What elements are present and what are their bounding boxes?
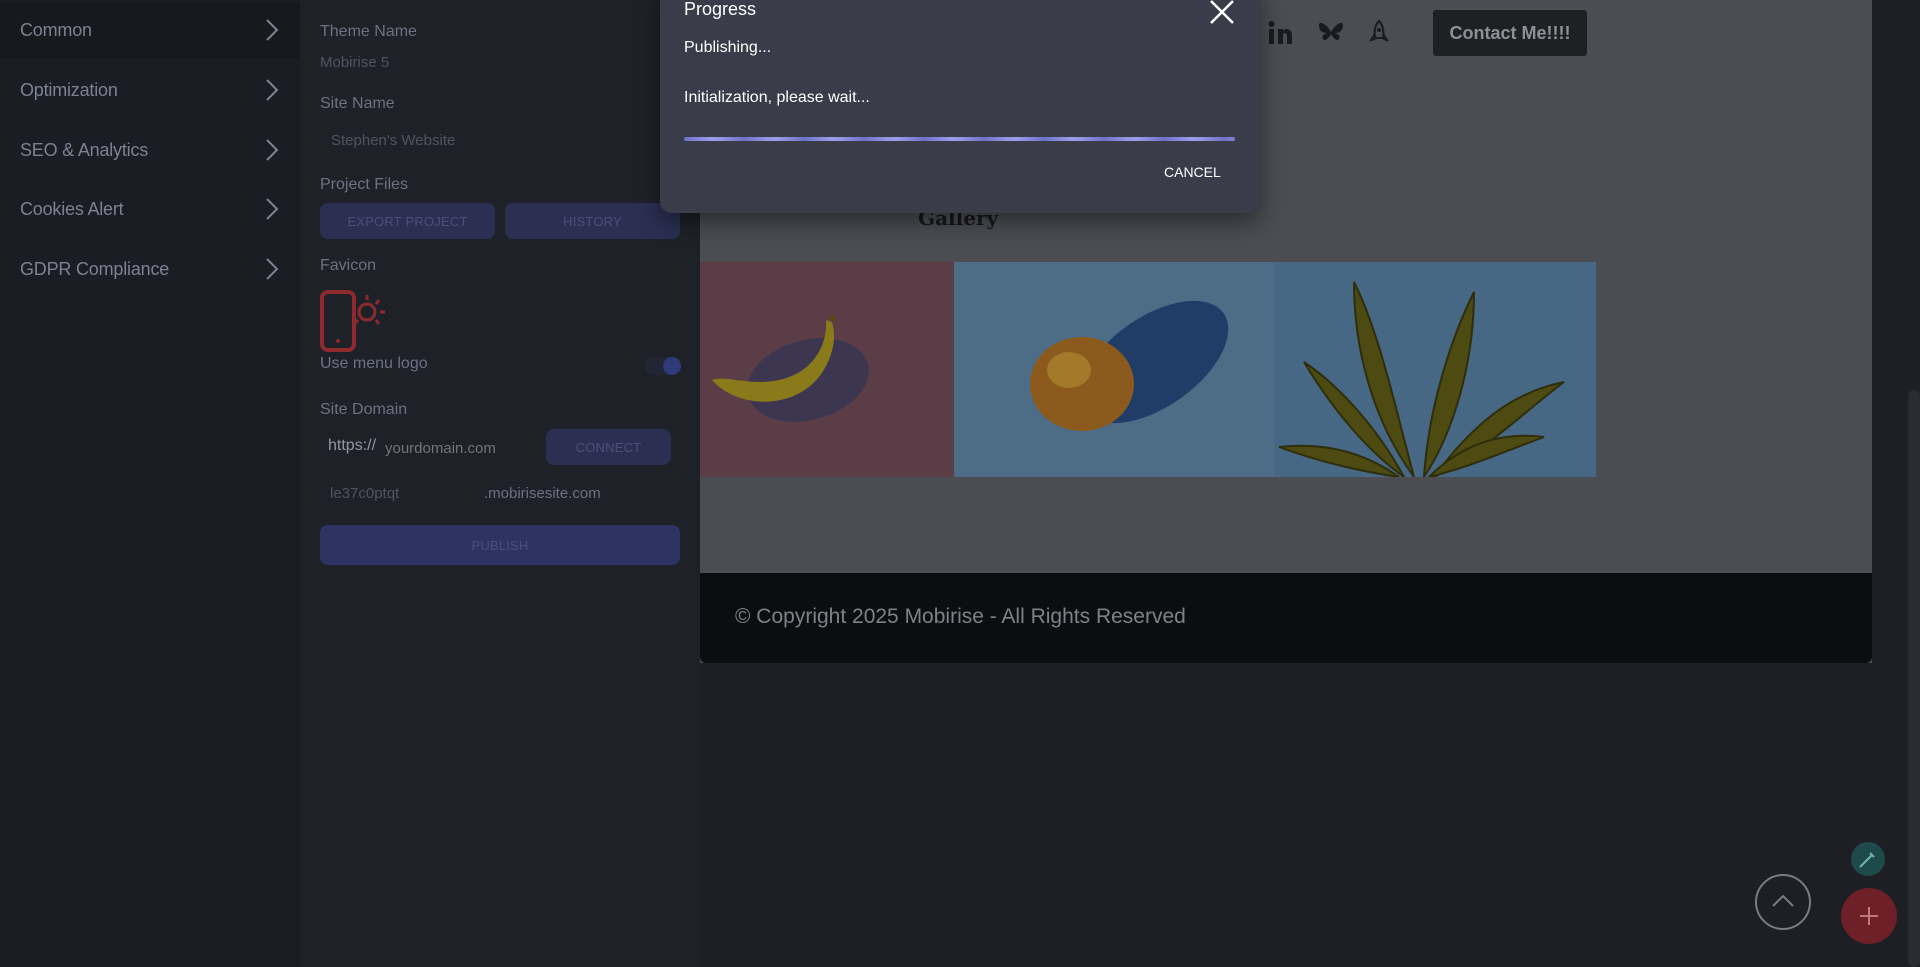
edit-style-button[interactable] [1851,842,1885,876]
gallery-image-banana[interactable] [700,262,954,477]
domain-input[interactable] [383,429,537,467]
dialog-status: Publishing... [684,39,772,56]
rocket-icon[interactable] [1364,18,1394,48]
subdomain-suffix: .mobirisesite.com [484,485,601,502]
add-block-button[interactable] [1841,888,1897,944]
contact-me-button[interactable]: Contact Me!!!! [1433,10,1587,56]
site-domain-label: Site Domain [320,401,408,418]
close-icon[interactable] [1208,0,1236,26]
progress-bar-fill [684,137,1235,141]
cancel-button[interactable]: CANCEL [1164,164,1221,180]
copyright-text: © Copyright 2025 Mobirise - All Rights R… [735,605,1186,628]
chevron-right-icon [266,19,279,41]
toggle-knob [663,357,681,375]
gallery-image-plant[interactable] [1274,262,1596,477]
theme-name-value: Mobirise 5 [320,54,390,71]
site-footer: © Copyright 2025 Mobirise - All Rights R… [700,573,1872,663]
gallery-image-mango[interactable] [954,262,1274,477]
site-name-input[interactable]: Stephen's Website [320,120,680,160]
subdomain-input[interactable]: le37c0ptqt [330,485,399,502]
scroll-top-button[interactable] [1755,874,1811,930]
plus-icon [1860,907,1878,925]
site-settings-panel: Theme Name Mobirise 5 Site Name Stephen'… [300,0,700,967]
menu-item-label: Cookies Alert [20,198,124,219]
menu-item-optimization[interactable]: Optimization [0,62,300,118]
favicon-image[interactable] [319,285,389,353]
menu-item-gdpr-compliance[interactable]: GDPR Compliance [0,241,300,297]
progress-dialog: Progress Publishing... Initialization, p… [660,0,1260,213]
theme-name-label: Theme Name [320,23,417,40]
menu-item-cookies-alert[interactable]: Cookies Alert [0,181,300,237]
menu-item-common[interactable]: Common [0,2,300,58]
favicon-label: Favicon [320,257,377,274]
project-files-label: Project Files [320,176,409,193]
publish-button[interactable]: PUBLISH [320,525,680,565]
site-name-label: Site Name [320,95,395,112]
bluesky-icon[interactable] [1316,18,1346,48]
preview-scrollbar[interactable] [1908,390,1920,967]
connect-button[interactable]: CONNECT [546,429,671,465]
chevron-right-icon [266,139,279,161]
menu-item-seo-analytics[interactable]: SEO & Analytics [0,122,300,178]
progress-bar [684,137,1235,141]
export-project-button[interactable]: EXPORT PROJECT [320,203,495,239]
history-button[interactable]: HISTORY [505,203,680,239]
menu-item-label: Common [20,19,92,40]
menu-item-label: Optimization [20,79,118,100]
chevron-right-icon [266,79,279,101]
chevron-right-icon [266,258,279,280]
dialog-title: Progress [684,0,757,19]
chevron-up-icon [1772,894,1794,907]
domain-prefix: https:// [328,437,377,454]
chevron-right-icon [266,198,279,220]
brush-icon [1859,852,1875,868]
dialog-message: Initialization, please wait... [684,89,870,106]
menu-logo-toggle[interactable] [645,357,681,375]
linkedin-icon[interactable] [1266,18,1296,48]
settings-menu: Common Optimization SEO & Analytics Cook… [0,0,300,967]
menu-item-label: SEO & Analytics [20,139,149,160]
menu-logo-label: Use menu logo [320,355,428,372]
menu-item-label: GDPR Compliance [20,258,170,279]
